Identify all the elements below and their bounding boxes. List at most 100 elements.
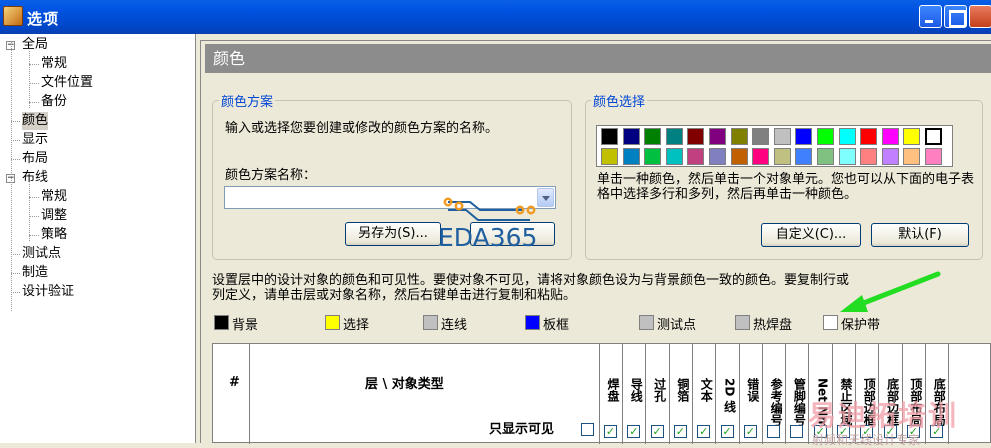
legend-label: 测试点 (657, 318, 697, 333)
visibility-checkbox[interactable] (767, 425, 781, 438)
visibility-checkbox[interactable]: ✓ (627, 425, 641, 438)
legend-label: 选择 (343, 318, 370, 333)
tree-item-10[interactable]: 策略 (41, 226, 67, 244)
color-swatch[interactable] (601, 148, 618, 165)
close-button[interactable] (969, 5, 991, 28)
tree-item-8[interactable]: 常规 (41, 188, 67, 206)
visibility-checkbox[interactable]: ✓ (604, 425, 617, 438)
tree-item-label: 调整 (41, 208, 68, 223)
color-swatch[interactable] (838, 148, 856, 165)
tree-item-11[interactable]: 测试点 (22, 245, 61, 263)
color-swatch[interactable] (709, 148, 726, 165)
color-swatch[interactable] (773, 148, 791, 165)
color-swatch[interactable] (860, 148, 878, 165)
minimize-button[interactable] (919, 5, 942, 28)
color-swatch[interactable] (622, 128, 640, 145)
grid-column-header[interactable]: 导线 (626, 378, 643, 402)
color-swatch[interactable] (773, 128, 791, 145)
custom-color-button[interactable]: 自定义(C)... (761, 223, 861, 247)
legend-swatch[interactable] (639, 315, 654, 330)
tree-item-9[interactable]: 调整 (41, 207, 67, 225)
tree-item-4[interactable]: 颜色 (22, 112, 49, 130)
title-bar: 选项 (0, 0, 991, 34)
visibility-checkbox[interactable]: ✓ (697, 425, 711, 438)
tree-item-2[interactable]: 文件位置 (41, 74, 93, 92)
app-icon (3, 6, 23, 26)
color-swatch[interactable] (644, 128, 662, 145)
grid-column-header[interactable]: 文本 (696, 378, 713, 402)
tree-item-12[interactable]: 制造 (22, 264, 48, 282)
color-swatch[interactable] (752, 148, 770, 165)
grid-column-header[interactable]: 错误 (743, 378, 760, 402)
tree-item-label: 布线 (22, 170, 49, 185)
color-swatch[interactable] (881, 128, 899, 145)
color-swatch[interactable] (817, 128, 834, 145)
color-swatch[interactable] (903, 128, 921, 145)
color-swatch[interactable] (925, 148, 942, 165)
tree-item-3[interactable]: 备份 (41, 93, 67, 111)
color-swatch[interactable] (752, 128, 770, 145)
grid-column-header[interactable]: 铜箔 (673, 378, 690, 402)
default-color-button[interactable]: 默认(F) (871, 223, 969, 247)
color-swatch[interactable] (665, 128, 683, 145)
visibility-checkbox[interactable]: ✓ (743, 425, 757, 438)
tree-item-label: 常规 (41, 189, 68, 204)
color-swatch[interactable] (881, 148, 899, 165)
legend-swatch[interactable] (525, 315, 540, 330)
grid-column-header[interactable]: 过孔 (650, 378, 667, 402)
legend-label: 连线 (441, 318, 468, 333)
color-swatch[interactable] (709, 128, 726, 145)
color-swatch[interactable] (860, 128, 878, 145)
color-swatch[interactable] (622, 148, 640, 165)
save-as-button[interactable]: 另存为(S)... (345, 222, 441, 246)
visibility-checkbox[interactable]: ✓ (673, 425, 687, 438)
scheme-name-label: 颜色方案名称： (225, 168, 317, 183)
color-swatch[interactable] (730, 148, 748, 165)
maximize-button[interactable] (944, 5, 967, 28)
color-palette[interactable] (596, 125, 953, 167)
legend-swatch[interactable] (325, 315, 340, 330)
color-swatch[interactable] (665, 148, 683, 165)
color-swatch[interactable] (687, 128, 705, 145)
visibility-checkbox[interactable]: ✓ (720, 425, 734, 438)
color-swatch[interactable] (903, 148, 921, 165)
tree-item-0[interactable]: 全局 (22, 36, 48, 54)
tree-item-label: 显示 (22, 132, 49, 147)
visibility-checkbox[interactable] (790, 425, 804, 438)
legend-swatch[interactable] (423, 315, 438, 330)
options-tree[interactable]: 全局 − 常规 文件位置 备份 颜色 显示 布局 布线 − 常规 调整 策略 测试点 制造 设计验证 (0, 34, 196, 443)
tree-item-7[interactable]: 布线 (22, 169, 48, 187)
grid-column-header[interactable]: 2D 线 (720, 378, 737, 413)
color-swatch[interactable] (817, 148, 834, 165)
scheme-group-title: 颜色方案 (219, 91, 276, 110)
visible-only-checkbox[interactable] (581, 423, 594, 436)
tree-item-label: 策略 (41, 227, 68, 242)
color-swatch[interactable] (795, 148, 813, 165)
color-swatch[interactable] (795, 128, 813, 145)
grid-column-header[interactable]: 参考编号 (766, 378, 783, 426)
color-picker-title: 颜色选择 (591, 91, 648, 110)
visibility-checkbox[interactable]: ✓ (650, 425, 664, 438)
color-swatch[interactable] (601, 128, 618, 145)
grid-column-header[interactable]: 焊盘 (603, 378, 620, 402)
tree-item-13[interactable]: 设计验证 (22, 283, 74, 301)
color-swatch[interactable] (838, 128, 856, 145)
legend-label: 背景 (232, 318, 259, 333)
tree-item-6[interactable]: 布局 (22, 150, 48, 168)
legend-swatch[interactable] (735, 315, 750, 330)
tree-item-1[interactable]: 常规 (41, 55, 67, 73)
color-swatch[interactable] (925, 128, 942, 145)
tree-item-label: 文件位置 (41, 75, 94, 90)
legend-label: 板框 (543, 318, 570, 333)
grid-column-header[interactable]: 管脚编号 (789, 378, 806, 426)
visibility-instructions: 设置层中的设计对象的颜色和可见性。要使对象不可见，请将对象颜色设为与背景颜色一致… (212, 273, 850, 303)
eda365-logo: EDA365 (438, 197, 537, 252)
tree-item-label: 测试点 (22, 246, 62, 261)
grid-layer-header[interactable]: 层 \ 对象类型 (365, 373, 444, 392)
legend-swatch[interactable] (214, 315, 229, 330)
color-swatch[interactable] (687, 148, 705, 165)
color-swatch[interactable] (644, 148, 662, 165)
tree-item-5[interactable]: 显示 (22, 131, 48, 149)
tree-item-label: 备份 (41, 94, 68, 109)
color-swatch[interactable] (730, 128, 748, 145)
